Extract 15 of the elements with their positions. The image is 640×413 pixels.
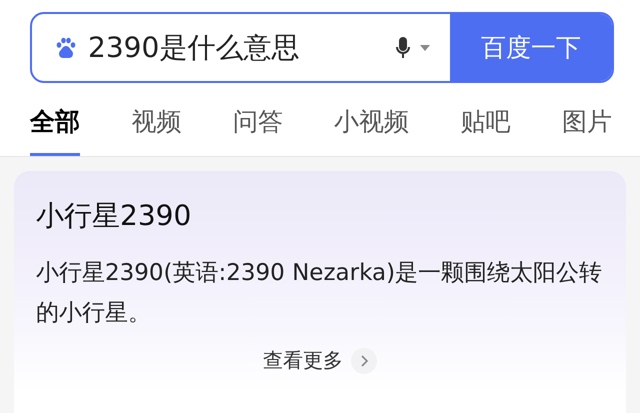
result-title[interactable]: 小行星2390 <box>36 197 192 235</box>
more-link[interactable]: 查看更多 <box>263 347 343 374</box>
caret-icon[interactable] <box>420 44 430 50</box>
tab[interactable]: 图片 <box>562 103 612 156</box>
query-text[interactable]: 2390是什么意思 <box>86 30 396 65</box>
search-field[interactable]: 2390是什么意思 百度一下 <box>30 12 614 83</box>
tab[interactable]: 贴吧 <box>460 103 511 156</box>
result-text: 小行星2390(英语:2390 Nezarka)是一颗围绕太阳公转的小行星。 <box>36 259 604 328</box>
chevron-icon[interactable] <box>351 348 377 374</box>
tab[interactable]: 视频 <box>131 103 182 156</box>
microphone-icon[interactable] <box>396 36 410 58</box>
tab[interactable]: 小视频 <box>334 103 410 156</box>
search-button[interactable]: 百度一下 <box>450 14 612 81</box>
paw-icon <box>54 36 78 60</box>
tab[interactable]: 问答 <box>232 103 283 156</box>
